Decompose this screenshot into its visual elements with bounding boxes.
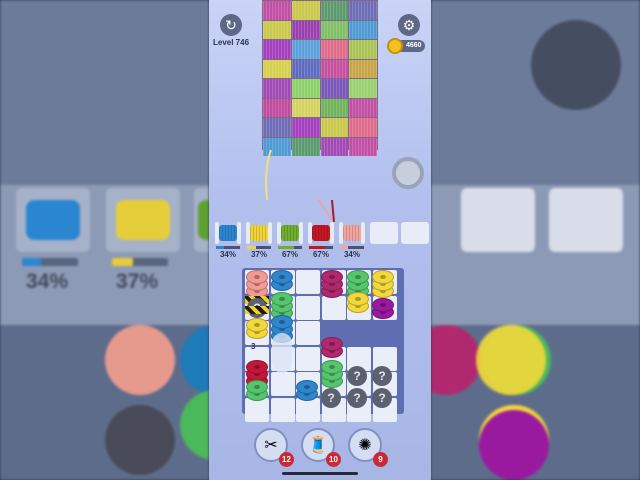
thread-disc — [372, 270, 394, 284]
spool-progress-bar — [216, 246, 240, 249]
stack-yellow-2[interactable] — [347, 292, 369, 314]
magnet-icon: ✺ — [358, 437, 372, 454]
mystery-stack[interactable]: ? — [372, 388, 392, 408]
pink-thread — [318, 199, 332, 221]
spool-percent-label: 67% — [312, 250, 329, 259]
spool-progress-bar — [278, 246, 302, 249]
board-cell[interactable] — [321, 295, 346, 320]
backdrop-pct-1: 34% — [26, 270, 69, 293]
scissors-count-badge: 12 — [279, 452, 294, 467]
board-cell[interactable] — [270, 372, 295, 396]
spool-2 — [246, 222, 272, 244]
stack-magenta-2[interactable] — [321, 337, 343, 359]
board-cell[interactable] — [296, 295, 320, 320]
thread-disc — [321, 337, 343, 351]
thread-disc — [347, 270, 369, 284]
thread-disc — [246, 380, 268, 394]
spool-4 — [308, 222, 334, 244]
stack-purple[interactable] — [372, 298, 394, 320]
stack-yellow[interactable] — [372, 270, 394, 299]
yellow-thread — [265, 149, 272, 201]
backdrop-slot-1 — [461, 188, 535, 252]
ghost-count-label: 3 — [251, 342, 256, 351]
spool-progress-bar — [247, 246, 271, 249]
thread-disc — [271, 270, 293, 284]
spool-progress-bar — [309, 246, 333, 249]
thread-disc — [246, 318, 268, 332]
thread-disc — [347, 292, 369, 306]
game-column: ↻ Level 746 ⚙ 4660 34%37%67%67%34% ?3???… — [209, 0, 431, 480]
backdrop-pct-2: 37% — [116, 270, 159, 293]
restart-button[interactable]: ↻ — [220, 14, 242, 36]
backdrop-spool-green — [194, 188, 209, 252]
game-screen: 34% 37% ↻ Level 746 ⚙ 4660 34% 37% 67% 6… — [0, 0, 640, 480]
selected-stack-ghost[interactable] — [272, 333, 292, 373]
thread-disc — [246, 270, 268, 284]
empty-spool-slot[interactable] — [370, 222, 398, 244]
backdrop-knob — [531, 20, 621, 110]
stack-yellow-3[interactable] — [246, 318, 268, 340]
thread-disc — [321, 360, 343, 374]
backdrop-spool-yellow — [106, 188, 180, 252]
board-cell[interactable] — [296, 346, 320, 371]
gear-icon: ⚙ — [402, 16, 416, 33]
stack-green-3[interactable] — [321, 360, 343, 389]
level-label: Level 746 — [212, 38, 250, 47]
spool-percent-label: 67% — [281, 250, 298, 259]
restart-icon: ↻ — [225, 16, 237, 33]
backdrop-right — [431, 0, 640, 480]
spool-swap-count-badge: 10 — [326, 452, 341, 467]
stack-blue[interactable] — [271, 270, 293, 292]
thread-disc — [271, 292, 293, 306]
mystery-stack[interactable]: ? — [372, 366, 392, 386]
thread-disc — [372, 298, 394, 312]
backdrop-bar-1 — [22, 258, 78, 266]
home-indicator — [282, 472, 358, 475]
scissors-icon: ✂ — [264, 437, 278, 454]
thread-disc — [296, 380, 318, 394]
backdrop-stack-pink — [105, 325, 175, 395]
board-cell[interactable] — [270, 397, 295, 422]
stack-magenta[interactable] — [321, 270, 343, 299]
board-cell[interactable] — [296, 321, 320, 345]
spool-percent-label: 37% — [250, 250, 267, 259]
backdrop-spool-blue — [16, 188, 90, 252]
spool-swap-icon: 🧵 — [308, 437, 328, 454]
spool-1 — [215, 222, 241, 244]
coin-icon — [387, 38, 403, 54]
spool-5 — [339, 222, 365, 244]
board-cell[interactable] — [296, 270, 320, 294]
backdrop-bar-2 — [112, 258, 168, 266]
thread-disc — [246, 360, 268, 374]
stack-pink[interactable] — [246, 270, 268, 299]
mystery-stack[interactable]: ? — [347, 388, 367, 408]
backdrop-stack-mystery — [105, 405, 175, 475]
spool-3 — [277, 222, 303, 244]
stack-blue-3[interactable] — [296, 380, 318, 402]
spool-progress-bar — [340, 246, 364, 249]
magnet-count-badge: 9 — [373, 452, 388, 467]
red-thread — [331, 199, 335, 223]
backdrop-stack-purple — [479, 410, 549, 480]
locked-cell-stripes — [245, 306, 269, 314]
thread-disc — [321, 270, 343, 284]
settings-button[interactable]: ⚙ — [398, 14, 420, 36]
dial-knob — [392, 157, 424, 189]
spool-percent-label: 34% — [219, 250, 236, 259]
backdrop-slot-2 — [549, 188, 623, 252]
mystery-stack[interactable]: ? — [347, 366, 367, 386]
empty-spool-slot[interactable] — [401, 222, 429, 244]
thread-disc — [271, 315, 293, 329]
backdrop-stack-yellow-2 — [476, 325, 546, 395]
mystery-stack[interactable]: ? — [321, 388, 341, 408]
backdrop-left: 34% 37% — [0, 0, 209, 480]
spool-percent-label: 34% — [343, 250, 360, 259]
stack-green-4[interactable] — [246, 380, 268, 402]
